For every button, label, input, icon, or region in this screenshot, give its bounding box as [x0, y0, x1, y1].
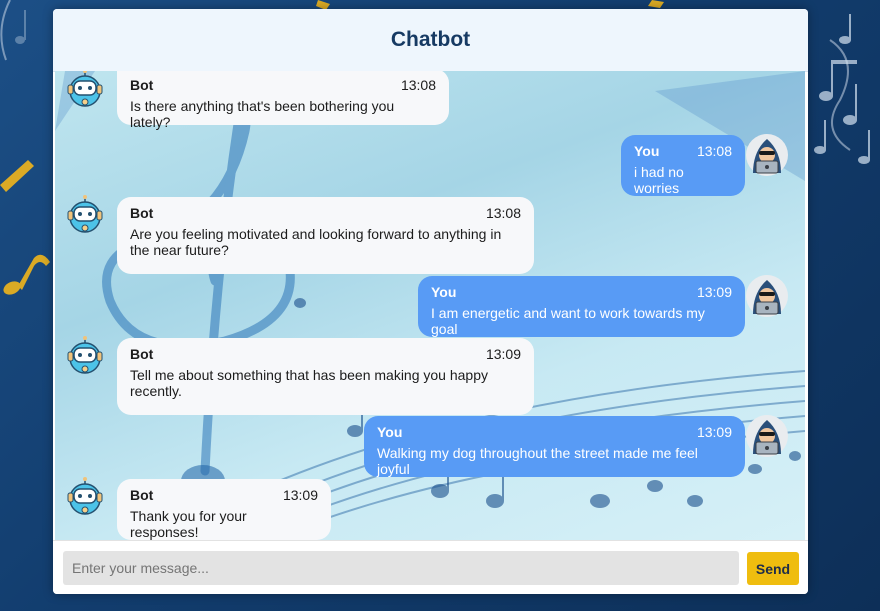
- message-bot: Bot 13:09 Thank you for your responses!: [117, 479, 331, 540]
- chat-title: Chatbot: [390, 28, 471, 51]
- chat-window: Chatbot Bot 13:08 Is there anything that…: [53, 9, 808, 594]
- message-time: 13:08: [485, 205, 521, 221]
- message-text: Is there anything that's been bothering …: [130, 98, 395, 130]
- message-bot: Bot 13:08 Are you feeling motivated and …: [117, 197, 534, 274]
- message-sender: Bot: [130, 346, 154, 362]
- message-text: i had no worries: [634, 164, 684, 196]
- message-time: 13:09: [696, 284, 732, 300]
- message-user: You 13:08 i had no worries: [621, 135, 745, 196]
- message-sender: You: [377, 424, 403, 440]
- bot-avatar-robot-icon: [67, 336, 103, 374]
- composer-bar: Send: [53, 540, 808, 594]
- user-avatar-hooded-hacker-icon: [746, 134, 788, 176]
- send-button[interactable]: Send: [747, 552, 799, 585]
- message-sender: You: [634, 143, 660, 159]
- message-bot: Bot 13:08 Is there anything that's been …: [117, 71, 449, 130]
- bot-avatar-robot-icon: [67, 71, 103, 107]
- user-avatar-hooded-hacker-icon: [746, 275, 788, 317]
- message-time: 13:09: [485, 346, 521, 362]
- message-text: Are you feeling motivated and looking fo…: [130, 226, 502, 258]
- message-text: Tell me about something that has been ma…: [130, 367, 489, 399]
- message-text: Thank you for your responses!: [130, 508, 247, 540]
- message-sender: Bot: [130, 487, 154, 503]
- message-time: 13:09: [696, 424, 732, 440]
- message-time: 13:09: [282, 487, 318, 503]
- message-sender: Bot: [130, 77, 154, 93]
- message-bot: Bot 13:09 Tell me about something that h…: [117, 338, 534, 415]
- message-time: 13:08: [696, 143, 732, 159]
- message-sender: You: [431, 284, 457, 300]
- user-avatar-hooded-hacker-icon: [746, 415, 788, 457]
- message-input[interactable]: [63, 551, 739, 585]
- message-list[interactable]: Bot 13:08 Is there anything that's been …: [55, 71, 805, 540]
- bot-avatar-robot-icon: [67, 477, 103, 515]
- bot-avatar-robot-icon: [67, 195, 103, 233]
- chat-header: Chatbot: [53, 9, 808, 72]
- message-user: You 13:09 I am energetic and want to wor…: [418, 276, 745, 337]
- message-time: 13:08: [400, 77, 436, 93]
- message-user: You 13:09 Walking my dog throughout the …: [364, 416, 745, 477]
- message-text: I am energetic and want to work towards …: [431, 305, 705, 337]
- message-sender: Bot: [130, 205, 154, 221]
- message-text: Walking my dog throughout the street mad…: [377, 445, 698, 477]
